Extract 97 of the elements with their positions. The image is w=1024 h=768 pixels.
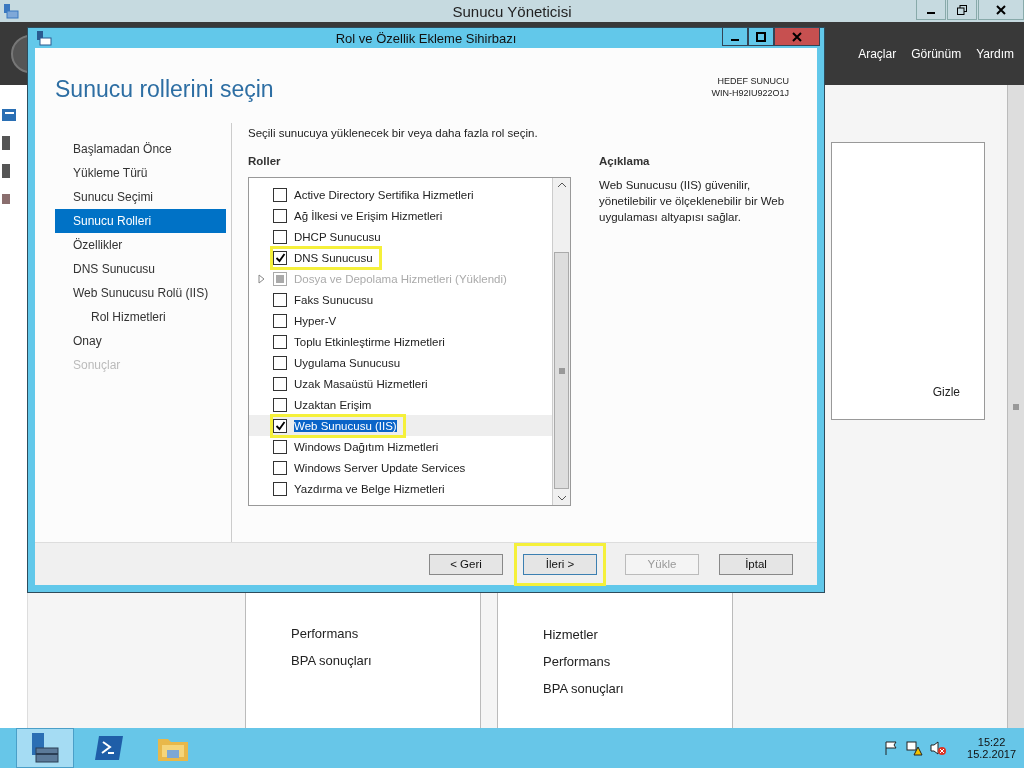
role-row[interactable]: Ağ İlkesi ve Erişim Hizmetleri — [249, 205, 552, 226]
checkbox[interactable] — [273, 439, 287, 454]
maximize-icon — [756, 31, 766, 42]
tile-link[interactable]: Performans — [291, 626, 480, 641]
terminal-icon — [93, 734, 125, 762]
role-row[interactable]: Yazdırma ve Belge Hizmetleri — [249, 478, 552, 499]
checkbox[interactable] — [273, 313, 287, 328]
checkbox[interactable] — [273, 334, 287, 349]
checkbox[interactable] — [273, 397, 287, 412]
wizard-step[interactable]: Onay — [55, 329, 226, 353]
role-row[interactable]: Faks Sunucusu — [249, 289, 552, 310]
page-heading: Sunucu rollerini seçin — [55, 76, 274, 103]
checkbox[interactable] — [273, 376, 287, 391]
role-row[interactable]: Uygulama Sunucusu — [249, 352, 552, 373]
minimize-button[interactable] — [916, 0, 946, 20]
tile-link[interactable]: BPA sonuçları — [543, 681, 732, 696]
role-label: Dosya ve Depolama Hizmetleri (Yüklendi) — [294, 272, 507, 285]
wizard-step[interactable]: Başlamadan Önce — [55, 137, 226, 161]
checkbox[interactable] — [273, 481, 287, 496]
checkmark-icon — [274, 252, 286, 263]
target-server-name: WIN-H92IU922O1J — [711, 88, 789, 98]
role-label: DHCP Sunucusu — [294, 230, 381, 243]
role-label: DNS Sunucusu — [294, 251, 373, 264]
flag-icon[interactable] — [883, 740, 900, 756]
role-row[interactable]: DNS Sunucusu — [249, 247, 552, 268]
checkbox[interactable] — [273, 355, 287, 370]
role-row[interactable]: Toplu Etkinleştirme Hizmetleri — [249, 331, 552, 352]
wizard-button[interactable]: İleri > — [523, 553, 597, 575]
network-warning-icon[interactable] — [905, 740, 924, 756]
role-row[interactable]: Windows Server Update Services — [249, 457, 552, 478]
role-label: Windows Server Update Services — [294, 461, 466, 474]
description-text: Web Sunucusu (IIS) güvenilir, yönetilebilir ve ölçeklenebilir bir Web uygulaması altyapısı sağlar. — [599, 178, 786, 225]
role-row[interactable]: Hyper-V — [249, 310, 552, 331]
menu-item[interactable]: Görünüm — [911, 46, 962, 61]
wizard-step[interactable]: Sunucu Seçimi — [55, 185, 226, 209]
tile-link[interactable]: Hizmetler — [543, 627, 732, 642]
wizard-step[interactable]: Özellikler — [55, 233, 226, 257]
close-button[interactable] — [978, 0, 1024, 20]
wizard-step[interactable]: DNS Sunucusu — [55, 257, 226, 281]
wizard-icon — [36, 30, 52, 46]
minimize-button[interactable] — [722, 28, 748, 46]
role-label: Faks Sunucusu — [294, 293, 374, 306]
role-label: Web Sunucusu (IIS) — [294, 419, 397, 432]
role-label: Ağ İlkesi ve Erişim Hizmetleri — [294, 209, 443, 222]
role-row[interactable]: Active Directory Sertifika Hizmetleri — [249, 184, 552, 205]
scroll-thumb-grip-icon — [1012, 402, 1020, 411]
role-label: Hyper-V — [294, 314, 337, 327]
role-row[interactable]: Windows Dağıtım Hizmetleri — [249, 436, 552, 457]
checkbox[interactable] — [273, 250, 287, 265]
role-row[interactable]: Uzaktan Erişim — [249, 394, 552, 415]
wizard-step[interactable]: Rol Hizmetleri — [55, 305, 226, 329]
checkbox[interactable] — [273, 418, 287, 433]
menu-item[interactable]: Araçlar — [858, 46, 897, 61]
role-label: Yazdırma ve Belge Hizmetleri — [294, 482, 445, 495]
close-icon — [792, 31, 802, 42]
restore-button[interactable] — [947, 0, 977, 20]
role-label: Uygulama Sunucusu — [294, 356, 401, 369]
description-heading: Açıklama — [599, 155, 651, 167]
window-title: Sunucu Yöneticisi — [452, 2, 572, 20]
wizard-button[interactable]: İptal — [719, 553, 793, 575]
scrollbar[interactable] — [1007, 85, 1024, 728]
checkbox[interactable] — [273, 208, 287, 223]
checkbox[interactable] — [273, 187, 287, 202]
target-server-label: HEDEF SUNUCU — [717, 76, 789, 86]
instruction-text: Seçili sunucuya yüklenecek bir veya daha fazla rol seçin. — [248, 127, 539, 139]
wizard-button[interactable]: < Geri — [429, 553, 503, 575]
roles-heading: Roller — [248, 155, 282, 167]
restore-icon — [957, 4, 967, 15]
speaker-muted-icon[interactable] — [929, 740, 948, 756]
minimize-icon — [927, 11, 935, 14]
server-manager-taskbar-button[interactable] — [16, 728, 74, 768]
checkbox[interactable] — [273, 229, 287, 244]
list-scrollbar[interactable] — [552, 178, 570, 505]
role-row[interactable]: DHCP Sunucusu — [249, 226, 552, 247]
role-row[interactable]: Web Sunucusu (IIS) — [249, 415, 552, 436]
wizard-step[interactable]: Web Sunucusu Rolü (IIS) — [55, 281, 226, 305]
role-row[interactable]: Uzak Masaüstü Hizmetleri — [249, 373, 552, 394]
minimize-icon — [731, 38, 739, 41]
role-label: Uzak Masaüstü Hizmetleri — [294, 377, 428, 390]
tile-link[interactable]: BPA sonuçları — [291, 653, 480, 668]
checkmark-icon — [274, 420, 286, 431]
dialog-title: Rol ve Özellik Ekleme Sihirbazı — [335, 30, 517, 46]
wizard-step[interactable]: Yükleme Türü — [55, 161, 226, 185]
hide-link[interactable]: Gizle — [932, 385, 960, 399]
role-label: Uzaktan Erişim — [294, 398, 372, 411]
close-icon — [996, 4, 1006, 15]
role-label: Active Directory Sertifika Hizmetleri — [294, 188, 474, 201]
clock[interactable]: 15:22 15.2.2017 — [967, 736, 1016, 760]
tile-link[interactable]: Performans — [543, 654, 732, 669]
checkbox[interactable] — [273, 460, 287, 475]
scroll-thumb-grip-icon — [557, 366, 566, 375]
checkbox[interactable] — [273, 292, 287, 307]
role-label: Windows Dağıtım Hizmetleri — [294, 440, 439, 453]
menu-item[interactable]: Yardım — [976, 46, 1014, 61]
wizard-step[interactable]: Sunucu Rolleri — [55, 209, 226, 233]
role-label: Toplu Etkinleştirme Hizmetleri — [294, 335, 445, 348]
server-manager-icon — [3, 3, 19, 19]
